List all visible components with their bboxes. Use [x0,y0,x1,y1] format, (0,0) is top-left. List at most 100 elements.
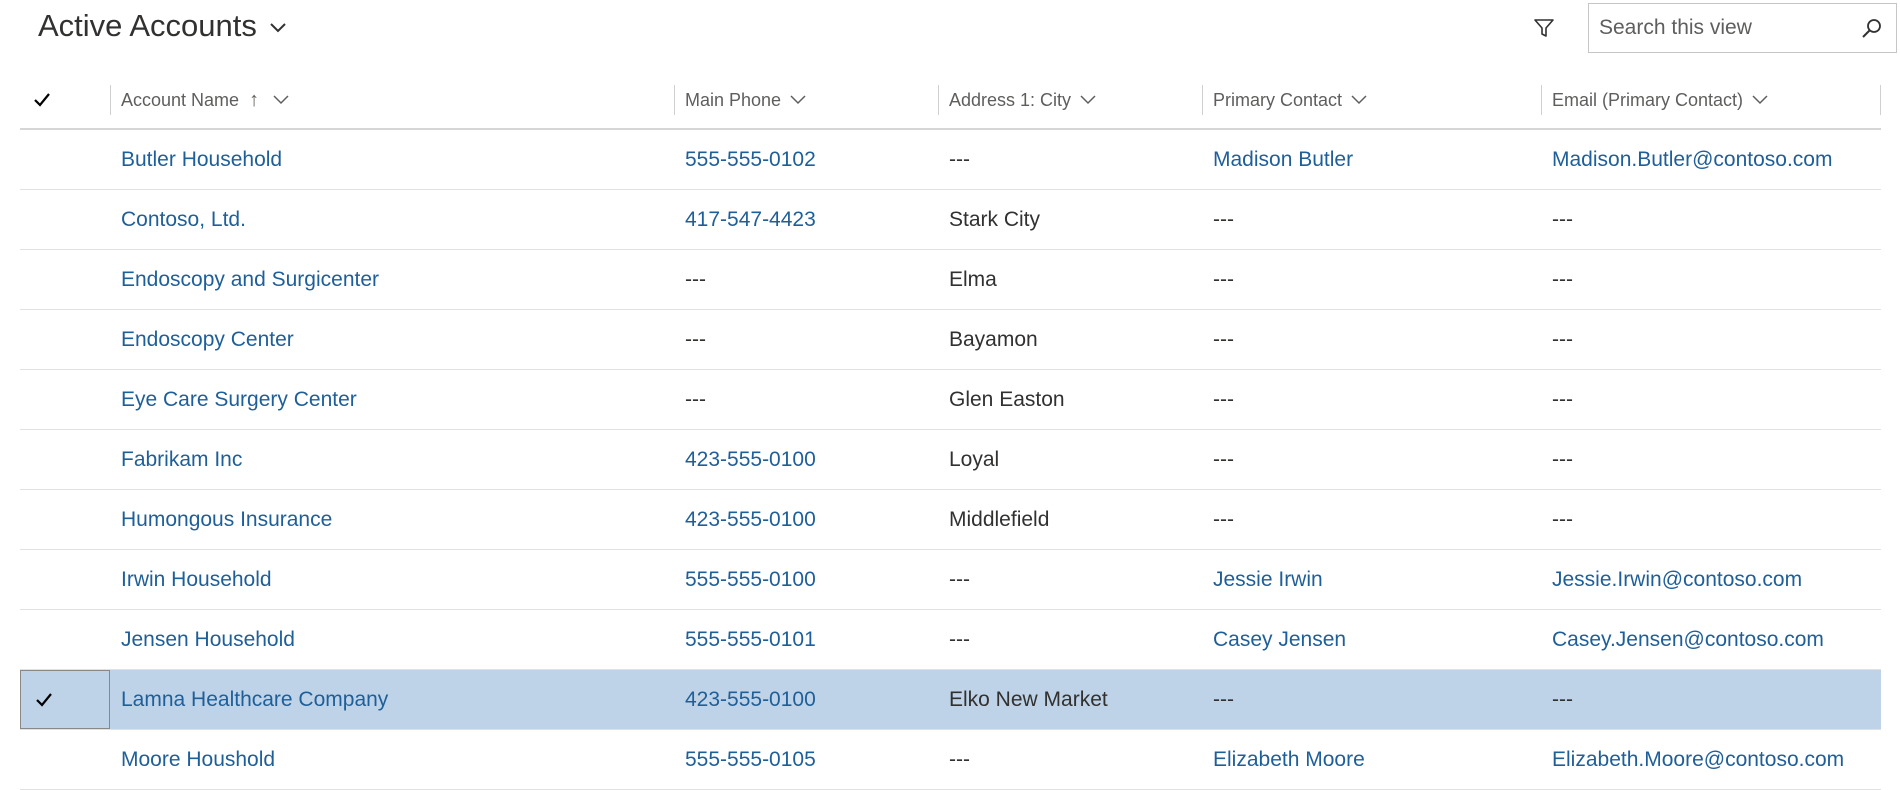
column-separator [674,85,675,115]
grid-body: Butler Household 555-555-0102 --- Madison B… [20,130,1881,790]
account-name-link[interactable]: Butler Household [121,130,282,189]
row-selector[interactable] [20,550,110,609]
row-selector[interactable] [20,310,110,369]
account-name-link[interactable]: Lamna Healthcare Company [121,670,388,729]
column-header-city[interactable]: Address 1: City [949,70,1096,130]
main-phone[interactable]: 423-555-0100 [685,670,816,729]
city-value: Stark City [949,207,1041,231]
account-name-link[interactable]: Fabrikam Inc [121,430,242,489]
city-value: Middlefield [949,507,1050,531]
table-row[interactable]: Contoso, Ltd. 417-547-4423 Stark City --- --… [20,190,1881,250]
email-value[interactable]: Elizabeth.Moore@contoso.com [1552,730,1844,789]
column-separator [1202,85,1203,115]
primary-contact[interactable]: Madison Butler [1213,130,1353,189]
table-row[interactable]: Moore Houshold 555-555-0105 --- Elizabeth M… [20,730,1881,790]
sort-ascending-icon: ↑ [249,88,260,111]
table-row[interactable]: Jensen Household 555-555-0101 --- Casey Jen… [20,610,1881,670]
grid-header: Account Name ↑ Main Phone Address 1: Cit… [20,70,1881,130]
primary-contact: --- [1213,447,1234,471]
chevron-down-icon [1752,95,1768,105]
main-phone[interactable]: 555-555-0101 [685,610,816,669]
row-selector[interactable] [20,670,110,729]
main-phone: --- [685,327,706,351]
main-phone: --- [685,387,706,411]
column-header-email[interactable]: Email (Primary Contact) [1552,70,1768,130]
table-row[interactable]: Fabrikam Inc 423-555-0100 Loyal --- --- [20,430,1881,490]
table-row[interactable]: Lamna Healthcare Company 423-555-0100 Elko… [20,670,1881,730]
city-value: Glen Easton [949,387,1065,411]
primary-contact: --- [1213,507,1234,531]
email-value: --- [1552,267,1573,291]
city-value: --- [949,567,970,591]
email-value: --- [1552,207,1573,231]
account-name-link[interactable]: Endoscopy Center [121,310,294,369]
email-value[interactable]: Madison.Butler@contoso.com [1552,130,1832,189]
row-selector[interactable] [20,370,110,429]
column-label: Account Name [121,89,240,110]
search-icon[interactable] [1860,17,1884,41]
main-phone[interactable]: 555-555-0102 [685,130,816,189]
main-phone[interactable]: 423-555-0100 [685,430,816,489]
email-value: --- [1552,327,1573,351]
account-name-link[interactable]: Humongous Insurance [121,490,332,549]
city-value: Elko New Market [949,687,1108,711]
view-title: Active Accounts [38,8,257,43]
account-name-link[interactable]: Endoscopy and Surgicenter [121,250,379,309]
view-selector[interactable]: Active Accounts [38,8,287,44]
primary-contact: --- [1213,327,1234,351]
table-row[interactable]: Eye Care Surgery Center --- Glen Easton ---… [20,370,1881,430]
main-phone[interactable]: 555-555-0105 [685,730,816,789]
city-value: Bayamon [949,327,1038,351]
email-value: --- [1552,447,1573,471]
table-row[interactable]: Endoscopy Center --- Bayamon --- --- [20,310,1881,370]
chevron-down-icon [790,95,806,105]
filter-button[interactable] [1530,14,1558,42]
search-box [1588,3,1897,53]
view-header: Active Accounts [0,0,1900,62]
primary-contact: --- [1213,687,1234,711]
account-name-link[interactable]: Irwin Household [121,550,272,609]
select-all-checkmark-icon[interactable] [32,90,52,110]
column-label: Primary Contact [1213,89,1343,110]
main-phone[interactable]: 417-547-4423 [685,190,816,249]
primary-contact: --- [1213,387,1234,411]
table-row[interactable]: Endoscopy and Surgicenter --- Elma --- --- [20,250,1881,310]
main-phone: --- [685,267,706,291]
primary-contact[interactable]: Jessie Irwin [1213,550,1323,609]
city-value: Elma [949,267,997,291]
table-row[interactable]: Butler Household 555-555-0102 --- Madison B… [20,130,1881,190]
row-selector[interactable] [20,610,110,669]
row-selector[interactable] [20,250,110,309]
primary-contact[interactable]: Elizabeth Moore [1213,730,1365,789]
column-header-primary-contact[interactable]: Primary Contact [1213,70,1367,130]
search-input[interactable] [1589,4,1849,52]
account-name-link[interactable]: Eye Care Surgery Center [121,370,357,429]
account-name-link[interactable]: Contoso, Ltd. [121,190,246,249]
accounts-grid: Account Name ↑ Main Phone Address 1: Cit… [20,70,1881,790]
table-row[interactable]: Humongous Insurance 423-555-0100 Middlefie… [20,490,1881,550]
primary-contact[interactable]: Casey Jensen [1213,610,1346,669]
row-selector[interactable] [20,430,110,489]
main-phone[interactable]: 555-555-0100 [685,550,816,609]
row-selector[interactable] [20,490,110,549]
row-selector[interactable] [20,190,110,249]
column-label: Email (Primary Contact) [1552,89,1744,110]
primary-contact: --- [1213,207,1234,231]
chevron-down-icon [273,95,289,105]
city-value: --- [949,747,970,771]
column-separator [1541,85,1542,115]
account-name-link[interactable]: Jensen Household [121,610,295,669]
main-phone[interactable]: 423-555-0100 [685,490,816,549]
email-value[interactable]: Jessie.Irwin@contoso.com [1552,550,1802,609]
column-header-account-name[interactable]: Account Name ↑ [121,70,289,130]
table-row[interactable]: Irwin Household 555-555-0100 --- Jessie Irw… [20,550,1881,610]
account-name-link[interactable]: Moore Houshold [121,730,275,789]
city-value: --- [949,147,970,171]
row-selector[interactable] [20,130,110,189]
column-label: Address 1: City [949,89,1072,110]
row-selector[interactable] [20,730,110,789]
column-header-main-phone[interactable]: Main Phone [685,70,806,130]
email-value[interactable]: Casey.Jensen@contoso.com [1552,610,1824,669]
filter-icon [1534,19,1554,37]
email-value: --- [1552,507,1573,531]
